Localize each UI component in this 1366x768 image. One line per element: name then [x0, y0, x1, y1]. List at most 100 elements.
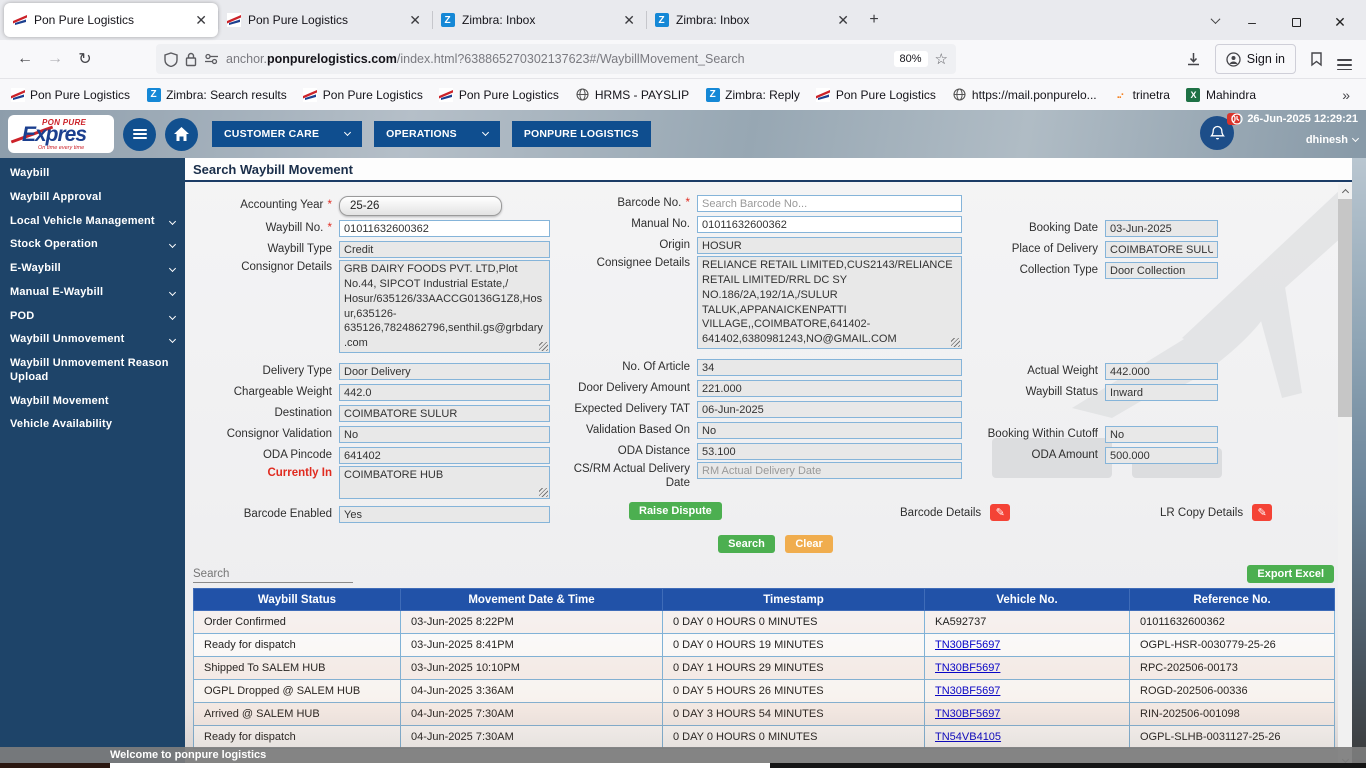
status-bar: Welcome to ponpure logistics — [0, 747, 1366, 763]
column-header-movement-date-time[interactable]: Movement Date & Time — [400, 588, 663, 611]
user-menu[interactable]: dhinesh — [1231, 134, 1360, 146]
browser-tab[interactable]: Pon Pure Logistics ✕ — [218, 3, 432, 37]
resize-grip-icon[interactable] — [951, 338, 960, 347]
home-button[interactable] — [165, 117, 198, 151]
bookmark-mahindra[interactable]: X Mahindra — [1186, 87, 1256, 102]
globe-favicon-icon — [575, 87, 590, 102]
bookmark-pon-pure-logistics[interactable]: Pon Pure Logistics — [303, 87, 423, 102]
browser-tab[interactable]: Z Zimbra: Inbox ✕ — [432, 3, 646, 37]
table-cell: 03-Jun-2025 8:22PM — [400, 610, 663, 634]
search-button[interactable]: Search — [718, 535, 775, 553]
sidebar-item-waybill[interactable]: Waybill — [0, 162, 185, 186]
resize-grip-icon[interactable] — [539, 342, 548, 351]
waybill-no-field[interactable] — [339, 220, 550, 237]
collection-type-field — [1105, 262, 1218, 279]
field-label-delivery-type: Delivery Type — [262, 365, 332, 378]
nav-ponpure-logistics[interactable]: PONPURE LOGISTICS — [511, 121, 651, 147]
table-quick-search-input[interactable] — [193, 566, 353, 583]
sidebar-item-manual-e-waybill[interactable]: Manual E-Waybill — [0, 281, 185, 305]
raise-dispute-button[interactable]: Raise Dispute — [629, 502, 722, 520]
browser-window: Pon Pure Logistics ✕ Pon Pure Logistics ✕ Z Z… — [0, 0, 1366, 768]
scrollbar-thumb[interactable] — [1338, 199, 1352, 417]
vertical-scrollbar[interactable] — [1338, 184, 1352, 768]
sidebar-item-stock-operation[interactable]: Stock Operation — [0, 233, 185, 257]
sign-in-button[interactable]: Sign in — [1214, 44, 1296, 74]
column-header-timestamp[interactable]: Timestamp — [662, 588, 925, 611]
vehicle-link[interactable]: TN30BF5697 — [935, 662, 1000, 674]
nav-operations[interactable]: OPERATIONS — [374, 121, 500, 147]
sidebar-item-local-vehicle-management[interactable]: Local Vehicle Management — [0, 210, 185, 234]
barcode-no-field[interactable] — [697, 195, 962, 212]
menu-button[interactable] — [1337, 48, 1352, 71]
shield-icon[interactable] — [164, 51, 178, 67]
sidebar-item-waybill-unmovement-reason-upload[interactable]: Waybill Unmovement Reason Upload — [0, 352, 185, 390]
bookmark-zimbra-reply[interactable]: Z Zimbra: Reply — [705, 87, 800, 102]
url-text[interactable]: anchor.ponpurelogistics.com/index.html?6… — [226, 52, 887, 66]
table-cell: 0 DAY 0 HOURS 0 MINUTES — [662, 725, 925, 749]
bookmark-pon-pure-logistics[interactable]: Pon Pure Logistics — [439, 87, 559, 102]
app-logo[interactable]: PON PURE Expres On time every time — [8, 115, 114, 153]
bookmark-pon-pure-logistics[interactable]: Pon Pure Logistics — [10, 87, 130, 102]
bookmark-pon-pure-logistics[interactable]: Pon Pure Logistics — [816, 87, 936, 102]
horizontal-scrollbar[interactable] — [0, 763, 1366, 768]
sidebar-item-waybill-approval[interactable]: Waybill Approval — [0, 186, 185, 210]
horizontal-scrollbar-thumb[interactable] — [110, 763, 770, 768]
app-menu-toggle-button[interactable] — [123, 117, 156, 151]
forward-button[interactable]: → — [40, 50, 70, 68]
vehicle-link[interactable]: TN30BF5697 — [935, 639, 1000, 651]
currently-in-textarea[interactable] — [339, 466, 550, 499]
column-header-vehicle-no[interactable]: Vehicle No. — [924, 588, 1130, 611]
barcode-details-edit-button[interactable]: ✎ — [990, 504, 1011, 521]
back-button[interactable]: ← — [10, 50, 40, 68]
tab-close-icon[interactable]: ✕ — [406, 12, 424, 29]
lock-icon[interactable] — [185, 52, 197, 67]
sidebar-item-pod[interactable]: POD — [0, 305, 185, 329]
browser-tab[interactable]: Pon Pure Logistics ✕ — [4, 3, 218, 37]
sidebar-item-vehicle-availability[interactable]: Vehicle Availability — [0, 413, 185, 437]
list-all-tabs-button[interactable] — [1200, 5, 1230, 35]
accounting-year-select[interactable]: 25-26 — [339, 195, 502, 216]
zimbra-favicon-icon: Z — [440, 13, 455, 28]
bookmark-https-mail-ponpurelo[interactable]: https://mail.ponpurelo... — [952, 87, 1097, 102]
scroll-up-arrow[interactable] — [1338, 184, 1352, 198]
tab-close-icon[interactable]: ✕ — [620, 12, 638, 29]
sidebar-item-e-waybill[interactable]: E-Waybill — [0, 257, 185, 281]
export-excel-button[interactable]: Export Excel — [1247, 565, 1334, 583]
manual-no-field[interactable] — [697, 216, 962, 233]
notifications-button[interactable]: 0 — [1200, 113, 1240, 150]
bookmark-trinetra[interactable]: ..· trinetra — [1113, 87, 1170, 102]
permissions-icon[interactable] — [204, 53, 219, 65]
tab-close-icon[interactable]: ✕ — [192, 12, 210, 29]
bookmark-hrms-payslip[interactable]: HRMS - PAYSLIP — [575, 87, 689, 102]
chevron-down-icon — [168, 217, 177, 225]
field-label-manual-no: Manual No. — [631, 218, 690, 231]
sidebar-item-waybill-movement[interactable]: Waybill Movement — [0, 390, 185, 414]
bookmark-star-icon[interactable]: ☆ — [935, 50, 948, 68]
table-cell: RPC-202506-00173 — [1129, 656, 1335, 680]
column-header-waybill-status[interactable]: Waybill Status — [193, 588, 401, 611]
column-header-reference-no[interactable]: Reference No. — [1129, 588, 1335, 611]
consignor-details-textarea[interactable] — [339, 260, 550, 353]
close-window-button[interactable]: ✕ — [1318, 4, 1362, 40]
extension-icon[interactable] — [1310, 51, 1323, 67]
bookmark-zimbra-search-results[interactable]: Z Zimbra: Search results — [146, 87, 287, 102]
consignee-details-textarea[interactable] — [697, 256, 962, 349]
nav-customer-care[interactable]: CUSTOMER CARE — [212, 121, 363, 147]
resize-grip-icon[interactable] — [539, 488, 548, 497]
url-bar[interactable]: anchor.ponpurelogistics.com/index.html?6… — [156, 44, 956, 74]
vehicle-link[interactable]: TN54VB4105 — [935, 731, 1001, 743]
lr-copy-details-edit-button[interactable]: ✎ — [1252, 504, 1273, 521]
page-zoom-indicator[interactable]: 80% — [893, 51, 928, 67]
maximize-button[interactable] — [1274, 4, 1318, 40]
browser-tab[interactable]: Z Zimbra: Inbox ✕ — [646, 3, 860, 37]
downloads-icon[interactable] — [1186, 52, 1201, 67]
minimize-button[interactable]: – — [1230, 4, 1274, 40]
vehicle-link[interactable]: TN30BF5697 — [935, 708, 1000, 720]
sidebar-item-waybill-unmovement[interactable]: Waybill Unmovement — [0, 328, 185, 352]
new-tab-button[interactable]: + — [860, 6, 888, 34]
reload-button[interactable]: ↻ — [70, 49, 100, 69]
tab-close-icon[interactable]: ✕ — [834, 12, 852, 29]
vehicle-link[interactable]: TN30BF5697 — [935, 685, 1000, 697]
clear-button[interactable]: Clear — [785, 535, 833, 553]
bookmarks-overflow-button[interactable]: » — [1342, 87, 1356, 103]
